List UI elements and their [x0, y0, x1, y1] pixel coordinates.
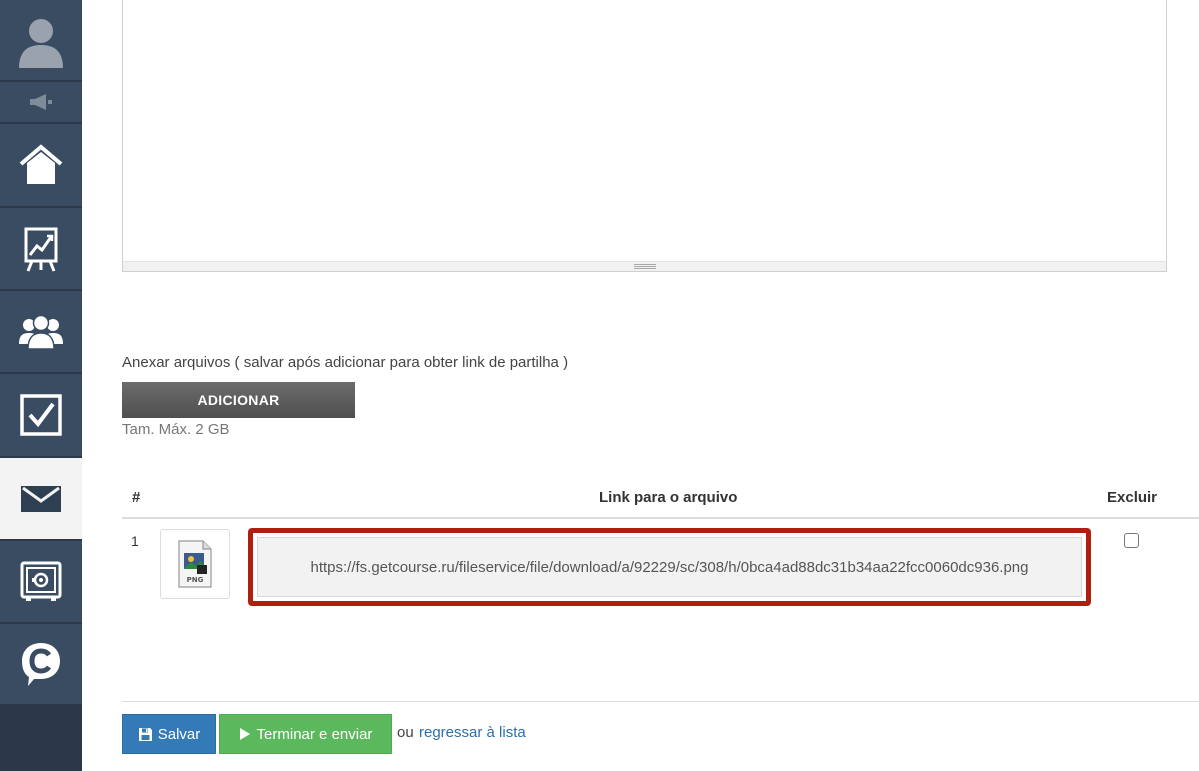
- save-button[interactable]: Salvar: [122, 714, 216, 754]
- sidebar: [0, 0, 82, 771]
- save-button-label: Salvar: [157, 725, 201, 743]
- file-link-highlight: https://fs.getcourse.ru/fileservice/file…: [248, 528, 1091, 606]
- back-to-list-link[interactable]: regressar à lista: [419, 724, 526, 741]
- file-type-label: PNG: [187, 576, 204, 584]
- chat-c-icon: [22, 643, 60, 686]
- attach-files-label: Anexar arquivos ( salvar após adicionar …: [122, 354, 569, 371]
- column-header-number: #: [132, 489, 141, 506]
- file-thumbnail[interactable]: PNG: [160, 529, 230, 599]
- finish-send-label: Terminar e enviar: [256, 725, 373, 743]
- sidebar-item-safe[interactable]: [0, 541, 82, 624]
- users-icon: [19, 314, 63, 350]
- sidebar-filler: [0, 706, 82, 771]
- delete-file-checkbox[interactable]: [1124, 533, 1139, 548]
- max-size-note: Tam. Máx. 2 GB: [122, 421, 230, 438]
- resize-handle-icon[interactable]: [634, 264, 656, 269]
- column-header-delete: Excluir: [1107, 489, 1158, 506]
- sidebar-item-avatar[interactable]: [0, 0, 82, 82]
- sidebar-item-messages[interactable]: [0, 458, 82, 541]
- add-file-button[interactable]: ADICIONAR: [122, 382, 355, 418]
- floppy-disk-icon: [138, 727, 152, 741]
- sidebar-item-home[interactable]: [0, 124, 82, 208]
- sidebar-item-tasks[interactable]: [0, 374, 82, 458]
- envelope-icon: [21, 485, 61, 512]
- chart-board-icon: [24, 227, 58, 272]
- megaphone-icon: [30, 94, 52, 110]
- finish-send-button[interactable]: Terminar e enviar: [219, 714, 392, 754]
- safe-icon: [20, 561, 62, 601]
- sidebar-item-users[interactable]: [0, 291, 82, 374]
- row-number: 1: [131, 533, 139, 549]
- table-header-divider: [122, 517, 1199, 519]
- editor-statusbar: [123, 261, 1166, 271]
- column-header-link: Link para o arquivo: [599, 489, 738, 506]
- home-icon: [19, 144, 63, 184]
- checkbox-icon: [20, 394, 62, 436]
- png-file-icon: PNG: [178, 540, 212, 588]
- or-text: ou: [397, 724, 414, 741]
- file-link-text: https://fs.getcourse.ru/fileservice/file…: [310, 558, 1029, 576]
- file-link-field[interactable]: https://fs.getcourse.ru/fileservice/file…: [257, 537, 1082, 597]
- sidebar-item-announcements[interactable]: [0, 82, 82, 124]
- sidebar-item-chat[interactable]: [0, 624, 82, 706]
- footer-divider: [122, 701, 1199, 702]
- user-avatar-icon: [19, 19, 63, 68]
- sidebar-item-statistics[interactable]: [0, 208, 82, 291]
- play-icon: [239, 728, 250, 740]
- message-editor[interactable]: [122, 0, 1167, 272]
